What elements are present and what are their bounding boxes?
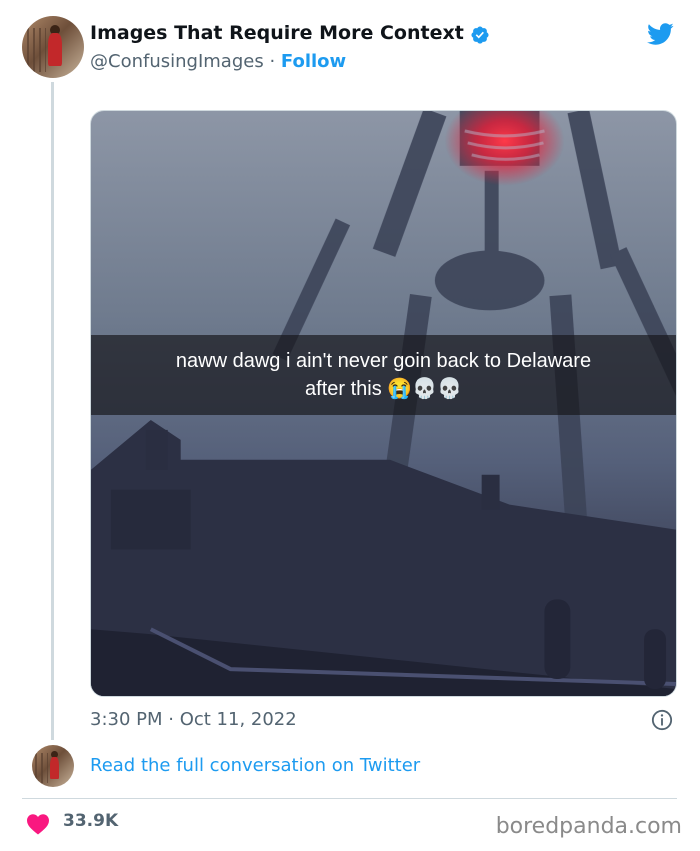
verified-badge-icon bbox=[471, 26, 489, 44]
reply-avatar[interactable] bbox=[32, 745, 74, 787]
author-avatar[interactable] bbox=[22, 16, 84, 78]
handle-line: @ConfusingImages · Follow bbox=[90, 51, 346, 72]
tweet-timestamp[interactable]: 3:30 PM · Oct 11, 2022 bbox=[90, 709, 297, 730]
divider bbox=[22, 798, 677, 799]
caption-line-2: after this 😭💀💀 bbox=[305, 378, 462, 400]
boredpanda-watermark: boredpanda.com bbox=[495, 814, 682, 839]
tweet-media-image[interactable]: naww dawg i ain't never goin back to Del… bbox=[90, 110, 677, 697]
thread-line bbox=[51, 82, 54, 740]
caption-line-1: naww dawg i ain't never goin back to Del… bbox=[175, 350, 592, 372]
follow-button[interactable]: Follow bbox=[281, 51, 346, 72]
display-name[interactable]: Images That Require More Context bbox=[90, 22, 464, 44]
snap-caption-bar: naww dawg i ain't never goin back to Del… bbox=[91, 335, 676, 415]
twitter-bird-icon[interactable] bbox=[644, 20, 676, 48]
heart-icon[interactable] bbox=[26, 813, 50, 835]
separator: · bbox=[269, 51, 276, 72]
info-icon[interactable] bbox=[651, 709, 673, 731]
handle[interactable]: @ConfusingImages bbox=[90, 51, 264, 72]
read-full-conversation-link[interactable]: Read the full conversation on Twitter bbox=[90, 755, 420, 776]
like-count: 33.9K bbox=[63, 811, 119, 831]
